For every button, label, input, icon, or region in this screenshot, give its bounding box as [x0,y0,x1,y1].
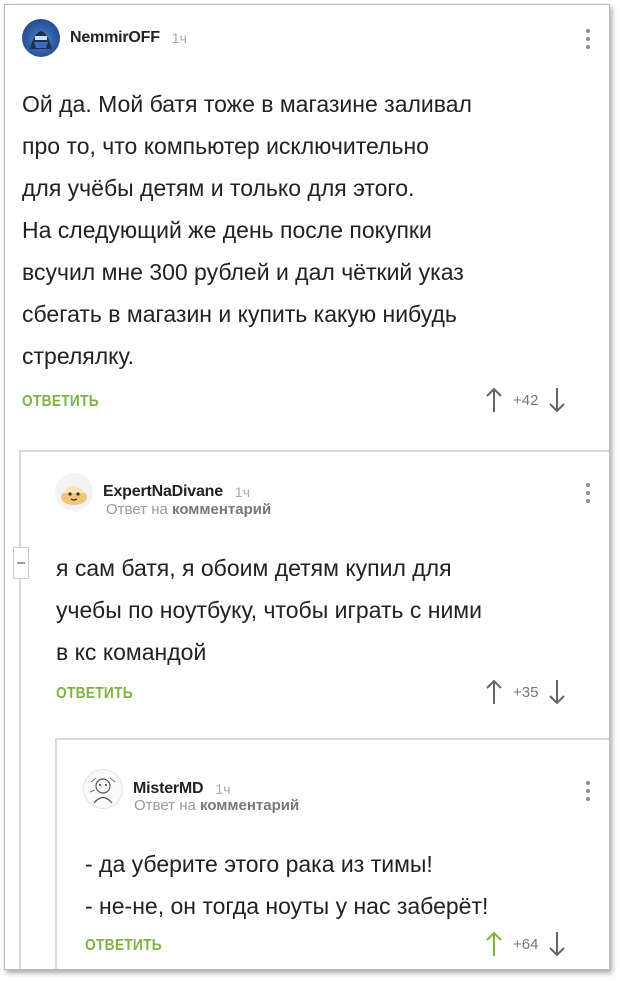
reply-button[interactable]: ОТВЕТИТЬ [85,937,162,955]
sketch-avatar[interactable] [83,769,123,809]
parent-comment-link[interactable]: комментарий [200,797,299,814]
thread-line [55,738,57,969]
vote-controls: +64 [485,931,566,957]
comment-body: я сам батя, я обоим детям купил для учеб… [56,555,482,665]
upvote-arrow-icon[interactable] [485,387,503,413]
thread-line [19,450,21,969]
reply-to-prefix: Ответ на [134,797,196,814]
thread-divider [55,738,609,740]
vote-controls: +35 [485,679,566,705]
collapse-thread-button[interactable] [13,547,29,579]
parent-comment-link[interactable]: комментарий [172,501,271,518]
comment-score: +42 [513,391,539,409]
reply-context: Ответ на комментарий [134,797,299,814]
comment-time: 1ч [215,781,231,797]
reply-button[interactable]: ОТВЕТИТЬ [22,393,99,411]
vote-controls: +42 [485,387,566,413]
comment-author[interactable]: MisterMD [133,780,204,798]
reply-context: Ответ на комментарий [106,501,271,518]
cake-avatar[interactable] [55,473,93,511]
comment-author[interactable]: NemmirOFF [70,29,160,47]
more-options-icon[interactable] [585,781,591,801]
more-options-icon[interactable] [585,29,591,49]
comment-score: +35 [513,683,539,701]
comment-body: Ой да. Мой батя тоже в магазине заливал … [22,91,472,369]
reply-to-prefix: Ответ на [106,501,168,518]
thread-divider [19,450,609,452]
comment-header: NemmirOFF 1ч [22,19,187,57]
upvote-arrow-icon[interactable] [485,931,503,957]
downvote-arrow-icon[interactable] [548,387,566,413]
more-options-icon[interactable] [585,483,591,503]
comment-time: 1ч [234,484,251,500]
comments-panel: NemmirOFF 1ч Ой да. Мой батя тоже в мага… [4,4,610,970]
comment-body: - да уберите этого рака из тимы! - не-не… [85,851,489,919]
comment-author[interactable]: ExpertNaDivane [103,483,223,501]
downvote-arrow-icon[interactable] [548,679,566,705]
comment-score: +64 [513,935,539,953]
comment-time: 1ч [171,30,187,46]
upvote-arrow-icon[interactable] [485,679,503,705]
sub-zero-avatar[interactable] [22,19,60,57]
downvote-arrow-icon[interactable] [548,931,566,957]
reply-button[interactable]: ОТВЕТИТЬ [56,685,133,703]
